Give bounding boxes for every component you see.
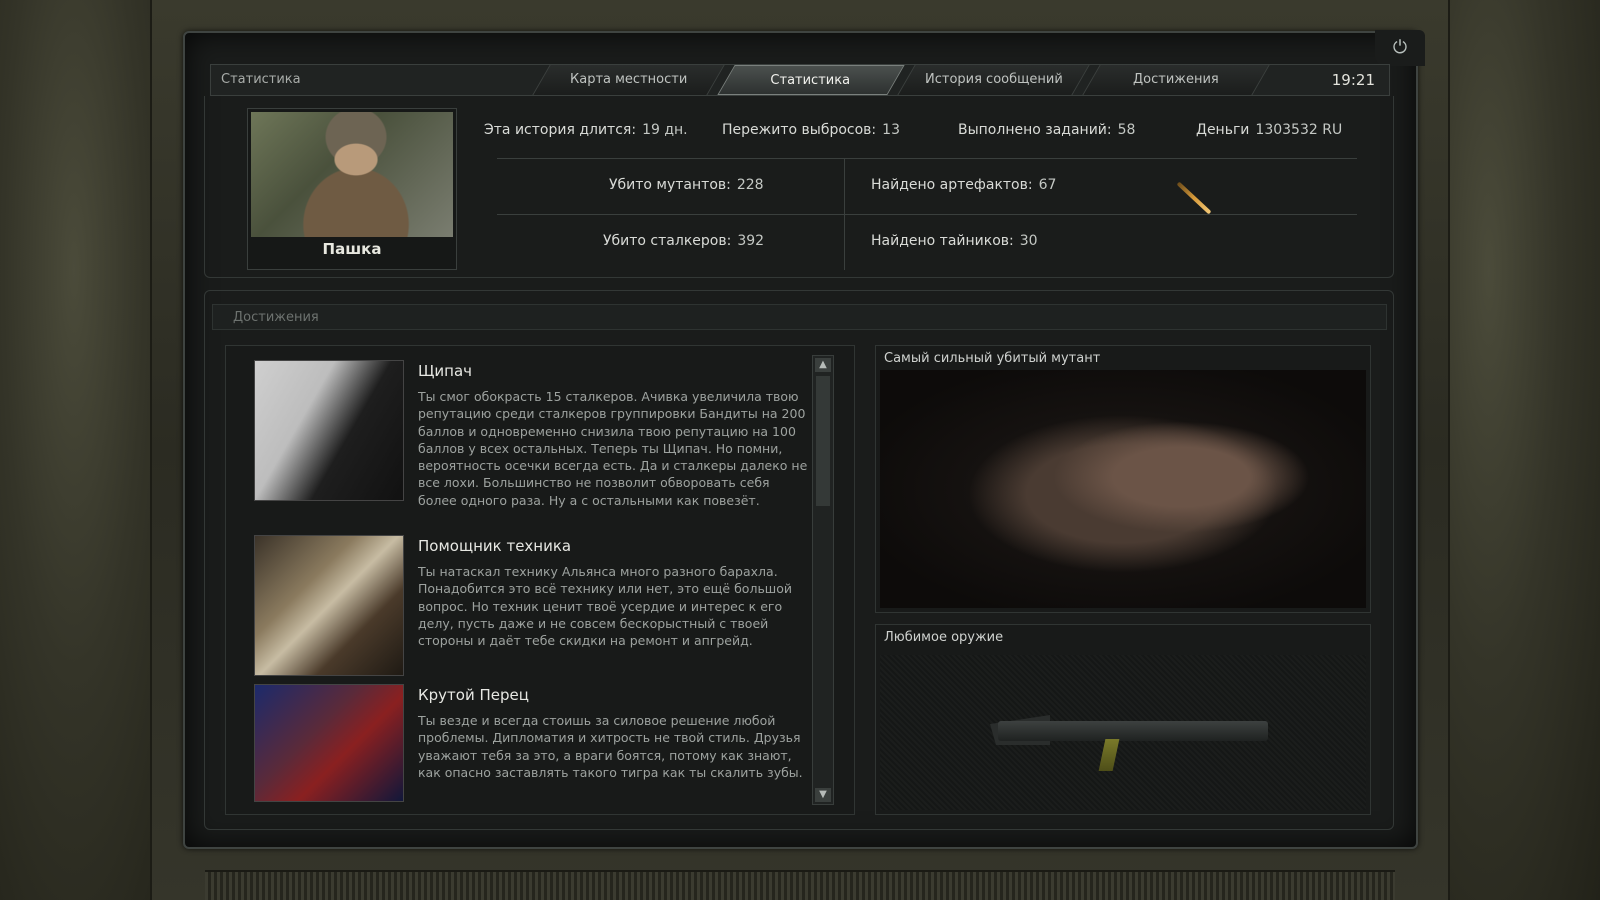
tab-label: Достижения xyxy=(1133,72,1219,87)
tab-message-history[interactable]: История сообщений xyxy=(897,65,1090,95)
chevron-down-icon: ▼ xyxy=(819,789,827,800)
power-button[interactable]: ⏻ xyxy=(1375,30,1425,66)
stat-emissions: Пережито выбросов: 13 xyxy=(722,122,900,138)
divider xyxy=(497,214,1357,215)
stat-value: 58 xyxy=(1117,122,1136,138)
list-item: Помощник техника Ты натаскал технику Аль… xyxy=(226,535,816,680)
stat-value: 19 дн. xyxy=(642,122,688,138)
gun-magazine xyxy=(1098,739,1120,771)
achievement-image xyxy=(254,535,404,676)
list-item: Крутой Перец Ты везде и всегда стоишь за… xyxy=(226,684,816,814)
tab-label: Статистика xyxy=(770,73,851,88)
achievement-title: Помощник техника xyxy=(418,537,572,555)
stat-mutants: Убито мутантов: 228 xyxy=(609,177,764,193)
stat-artifacts: Найдено артефактов: 67 xyxy=(871,177,1056,193)
player-card: Пашка xyxy=(247,108,457,270)
stat-label: Пережито выбросов: xyxy=(722,122,877,138)
achievement-title: Крутой Перец xyxy=(418,686,529,704)
tab-label: Карта местности xyxy=(569,72,688,87)
player-name: Пашка xyxy=(322,240,382,258)
achievements-header: Достижения xyxy=(212,304,1387,330)
power-icon: ⏻ xyxy=(1392,37,1408,58)
divider xyxy=(497,158,1357,159)
tab-achievements[interactable]: Достижения xyxy=(1082,65,1270,95)
stat-value: 67 xyxy=(1038,177,1057,193)
stat-value: 13 xyxy=(882,122,900,138)
list-item: Щипач Ты смог обокрасть 15 сталкеров. Ач… xyxy=(226,360,816,530)
stat-value: 1303532 RU xyxy=(1255,122,1343,138)
achievement-desc: Ты смог обокрасть 15 сталкеров. Ачивка у… xyxy=(418,389,808,508)
stat-label: Убито сталкеров: xyxy=(603,233,732,249)
achievement-desc: Ты везде и всегда стоишь за силовое реше… xyxy=(418,713,803,780)
stat-value: 30 xyxy=(1019,233,1038,249)
favorite-weapon-panel: Любимое оружие xyxy=(875,624,1371,815)
gun-body xyxy=(998,721,1268,741)
stat-label: Убито мутантов: xyxy=(609,177,731,193)
stat-value: 392 xyxy=(737,233,765,249)
tab-statistics[interactable]: Статистика xyxy=(717,65,905,95)
stat-label: Деньги xyxy=(1196,122,1250,138)
stat-stalkers: Убито сталкеров: 392 xyxy=(603,233,764,249)
scroll-down-button[interactable]: ▼ xyxy=(815,788,831,802)
panel-title: Самый сильный убитый мутант xyxy=(884,351,1101,366)
stat-stashes: Найдено тайников: 30 xyxy=(871,233,1038,249)
tab-label: История сообщений xyxy=(924,72,1063,87)
player-portrait xyxy=(251,112,453,237)
mutant-image xyxy=(880,370,1366,608)
weapon-image xyxy=(880,655,1366,810)
stat-money: Деньги 1303532 RU xyxy=(1196,122,1342,138)
bottom-grille xyxy=(205,870,1395,900)
stat-label: Выполнено заданий: xyxy=(958,122,1112,138)
header-bar: Статистика Карта местности Статистика Ис… xyxy=(210,64,1390,96)
stat-tasks: Выполнено заданий: 58 xyxy=(958,122,1135,138)
achievement-image xyxy=(254,684,404,802)
stat-days: Эта история длится: 19 дн. xyxy=(484,122,688,138)
achievement-title: Щипач xyxy=(418,362,473,380)
page-title: Статистика xyxy=(221,72,301,87)
scroll-thumb[interactable] xyxy=(816,376,830,506)
panel-title: Любимое оружие xyxy=(884,630,1004,645)
stat-label: Эта история длится: xyxy=(484,122,637,138)
achievements-header-label: Достижения xyxy=(233,310,319,325)
achievements-list[interactable]: Щипач Ты смог обокрасть 15 сталкеров. Ач… xyxy=(225,345,855,815)
tab-map[interactable]: Карта местности xyxy=(532,65,725,95)
strongest-mutant-panel: Самый сильный убитый мутант xyxy=(875,345,1371,613)
scroll-up-button[interactable]: ▲ xyxy=(815,358,831,372)
achievement-image xyxy=(254,360,404,501)
stat-label: Найдено тайников: xyxy=(871,233,1014,249)
chevron-up-icon: ▲ xyxy=(819,359,827,370)
clock: 19:21 xyxy=(1331,71,1375,89)
achievement-desc: Ты натаскал технику Альянса много разног… xyxy=(418,564,793,649)
list-scrollbar[interactable]: ▲ ▼ xyxy=(812,355,834,805)
stat-value: 228 xyxy=(736,177,764,193)
stat-label: Найдено артефактов: xyxy=(871,177,1033,193)
